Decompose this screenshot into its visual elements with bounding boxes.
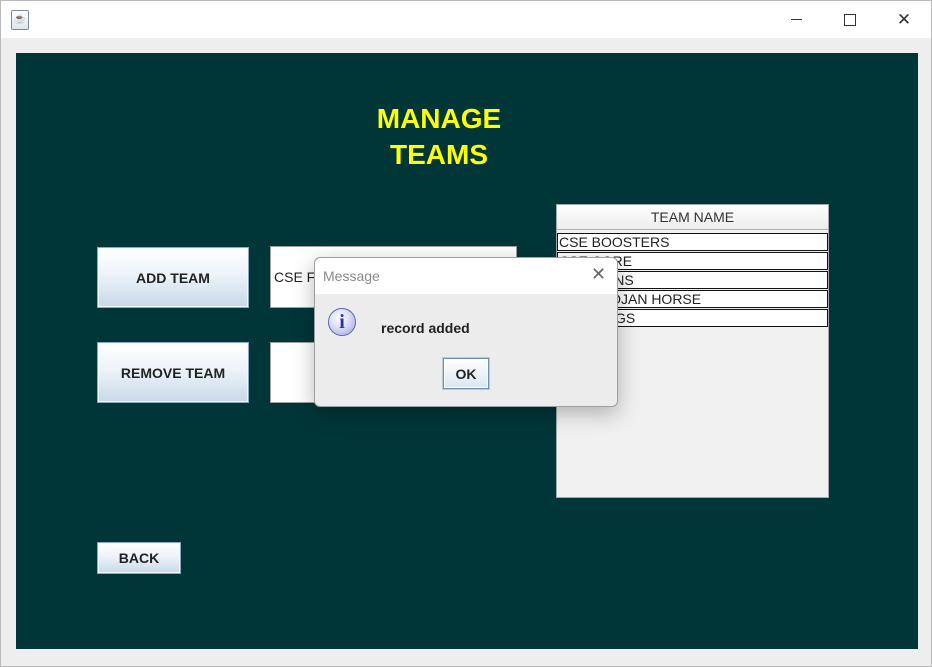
back-button[interactable]: BACK (97, 542, 181, 574)
title-bar[interactable]: ☕ ✕ (1, 1, 931, 38)
ok-button[interactable]: OK (443, 358, 489, 389)
message-dialog: Message ✕ i record added OK (314, 257, 618, 407)
maximize-icon (844, 13, 856, 26)
java-cup-icon: ☕ (11, 10, 29, 30)
minimize-button[interactable] (769, 1, 823, 38)
dialog-message: record added (381, 320, 470, 336)
dialog-close-icon[interactable]: ✕ (591, 264, 606, 285)
remove-team-button[interactable]: REMOVE TEAM (97, 342, 249, 403)
table-row[interactable]: CSE BOOSTERS (557, 233, 828, 251)
add-team-button[interactable]: ADD TEAM (97, 247, 249, 308)
window-close-button[interactable]: ✕ (877, 1, 931, 38)
page-title: MANAGE TEAMS (376, 103, 502, 170)
information-icon: i (328, 308, 356, 336)
maximize-button[interactable] (823, 1, 877, 38)
close-icon: ✕ (896, 9, 912, 29)
minimize-icon (790, 19, 802, 20)
dialog-title-bar[interactable]: Message ✕ (315, 258, 617, 294)
team-name-column-header[interactable]: TEAM NAME (557, 205, 828, 230)
dialog-title: Message (323, 268, 380, 284)
